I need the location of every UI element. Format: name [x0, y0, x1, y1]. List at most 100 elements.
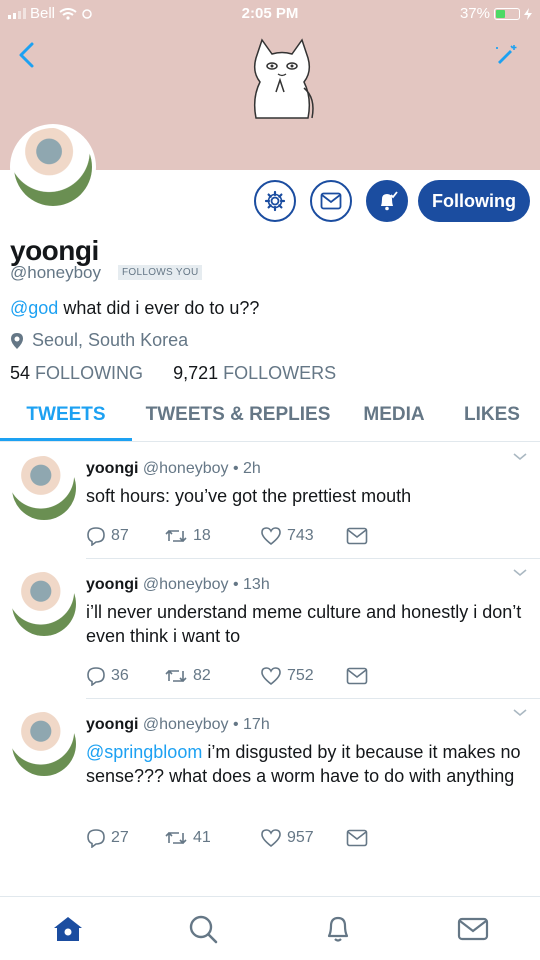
tweet-time: 2h [243, 460, 261, 477]
nav-search[interactable] [183, 909, 223, 949]
tweet-actions: 27 41 957 [86, 828, 368, 848]
retweet-count: 82 [193, 667, 211, 684]
retweet-button[interactable]: 41 [164, 829, 260, 847]
bio-mention-link[interactable]: @god [10, 298, 58, 318]
location-text: Seoul, South Korea [32, 330, 189, 350]
tweet-divider [86, 698, 540, 699]
retweet-icon [165, 529, 187, 543]
tweet-actions: 87 18 743 [86, 526, 368, 546]
reply-icon [87, 527, 105, 546]
back-arrow-icon[interactable] [14, 40, 42, 70]
message-button[interactable] [310, 180, 352, 222]
charging-icon [524, 7, 532, 20]
battery-info: 37% [460, 5, 532, 22]
following-label: FOLLOWING [35, 363, 144, 383]
notifications-icon [327, 916, 348, 942]
battery-percent: 37% [459, 5, 490, 22]
gear-icon [264, 190, 286, 212]
follow-counts: 54 FOLLOWING 9,721 FOLLOWERS [10, 363, 336, 384]
profile-avatar[interactable] [10, 124, 96, 210]
dm-icon [346, 829, 368, 847]
dm-share-button[interactable] [346, 667, 368, 685]
chevron-down-icon[interactable] [512, 568, 528, 578]
tweet-header: yoongi @honeyboy • 13h [86, 576, 270, 593]
tweet-time: 13h [243, 576, 270, 593]
following-count-link[interactable]: 54 FOLLOWING [10, 363, 143, 384]
tab-likes[interactable]: LIKES [444, 396, 540, 441]
tweet-actions: 36 82 752 [86, 666, 368, 686]
tweet-avatar[interactable] [12, 712, 76, 776]
bio-text: what did i ever do to u?? [58, 298, 260, 318]
tweet-item[interactable]: yoongi @honeyboy • 13h i’ll never unders… [0, 568, 540, 698]
reply-count: 87 [111, 527, 129, 544]
nav-notifications[interactable] [318, 909, 358, 949]
reply-button[interactable]: 87 [86, 526, 164, 546]
retweet-button[interactable]: 18 [164, 527, 260, 545]
retweet-count: 18 [193, 527, 211, 544]
notifications-toggle-button[interactable] [366, 180, 408, 222]
dm-share-button[interactable] [346, 527, 368, 545]
nav-messages[interactable] [453, 909, 493, 949]
tweet-divider [86, 558, 540, 559]
dm-icon [346, 527, 368, 545]
reply-count: 36 [111, 667, 129, 684]
tweet-item[interactable]: yoongi @honeyboy • 17h @springbloom i’m … [0, 708, 540, 868]
tab-tweets-replies[interactable]: TWEETS & REPLIES [132, 396, 344, 441]
tweet-handle: @honeyboy [142, 576, 229, 593]
tweet-handle: @honeyboy [142, 460, 229, 477]
tweet-time: 17h [243, 716, 270, 733]
tab-tweets[interactable]: TWEETS [0, 396, 132, 441]
reply-icon [87, 667, 105, 686]
like-count: 752 [287, 667, 314, 684]
retweet-count: 41 [193, 829, 211, 846]
reply-icon [87, 829, 105, 848]
heart-icon [261, 667, 281, 686]
dm-icon [346, 667, 368, 685]
tweet-author: yoongi [86, 716, 139, 733]
reply-button[interactable]: 27 [86, 828, 164, 848]
retweet-button[interactable]: 82 [164, 667, 260, 685]
chevron-down-icon[interactable] [512, 452, 528, 462]
bell-icon [381, 191, 398, 211]
nav-home[interactable] [48, 909, 88, 949]
like-button[interactable]: 743 [260, 526, 346, 546]
search-icon [189, 915, 217, 943]
tweet-header: yoongi @honeyboy • 2h [86, 460, 261, 477]
tweet-avatar[interactable] [12, 572, 76, 636]
following-button[interactable]: Following [418, 180, 530, 222]
tab-media[interactable]: MEDIA [344, 396, 444, 441]
followers-count: 9,721 [173, 363, 219, 383]
profile-location: Seoul, South Korea [10, 330, 188, 351]
like-count: 743 [287, 527, 314, 544]
cat-banner-icon [253, 38, 314, 119]
messages-icon [457, 917, 488, 940]
like-button[interactable]: 957 [260, 828, 346, 848]
tweet-mention[interactable]: @springbloom [86, 742, 202, 762]
tweet-body: i’ll never understand meme culture and h… [86, 602, 522, 646]
profile-tabs: TWEETS TWEETS & REPLIES MEDIA LIKES [0, 396, 540, 442]
retweet-icon [165, 669, 187, 683]
chevron-down-icon[interactable] [512, 708, 528, 718]
reply-button[interactable]: 36 [86, 666, 164, 686]
heart-icon [261, 829, 281, 848]
tweet-author: yoongi [86, 460, 139, 477]
tweet-text: @springbloom i’m disgusted by it because… [86, 740, 526, 788]
dm-share-button[interactable] [346, 829, 368, 847]
like-button[interactable]: 752 [260, 666, 346, 686]
profile-bio: @god what did i ever do to u?? [10, 298, 259, 319]
followers-count-link[interactable]: 9,721 FOLLOWERS [173, 363, 336, 384]
tweet-avatar[interactable] [12, 456, 76, 520]
tweet-text: soft hours: you’ve got the prettiest mou… [86, 484, 526, 508]
profile-handle: @honeyboy [10, 263, 101, 282]
status-bar: Bell 2:05 PM 37% [0, 0, 540, 28]
tweet-handle: @honeyboy [142, 716, 229, 733]
settings-button[interactable] [254, 180, 296, 222]
compose-icon[interactable] [492, 42, 518, 68]
tweet-item[interactable]: yoongi @honeyboy • 2h soft hours: you’ve… [0, 452, 540, 558]
tweet-author: yoongi [86, 576, 139, 593]
like-count: 957 [287, 829, 314, 846]
mail-icon [320, 192, 342, 210]
tweet-body: soft hours: you’ve got the prettiest mou… [86, 486, 412, 506]
reply-count: 27 [111, 829, 129, 846]
following-count: 54 [10, 363, 31, 383]
